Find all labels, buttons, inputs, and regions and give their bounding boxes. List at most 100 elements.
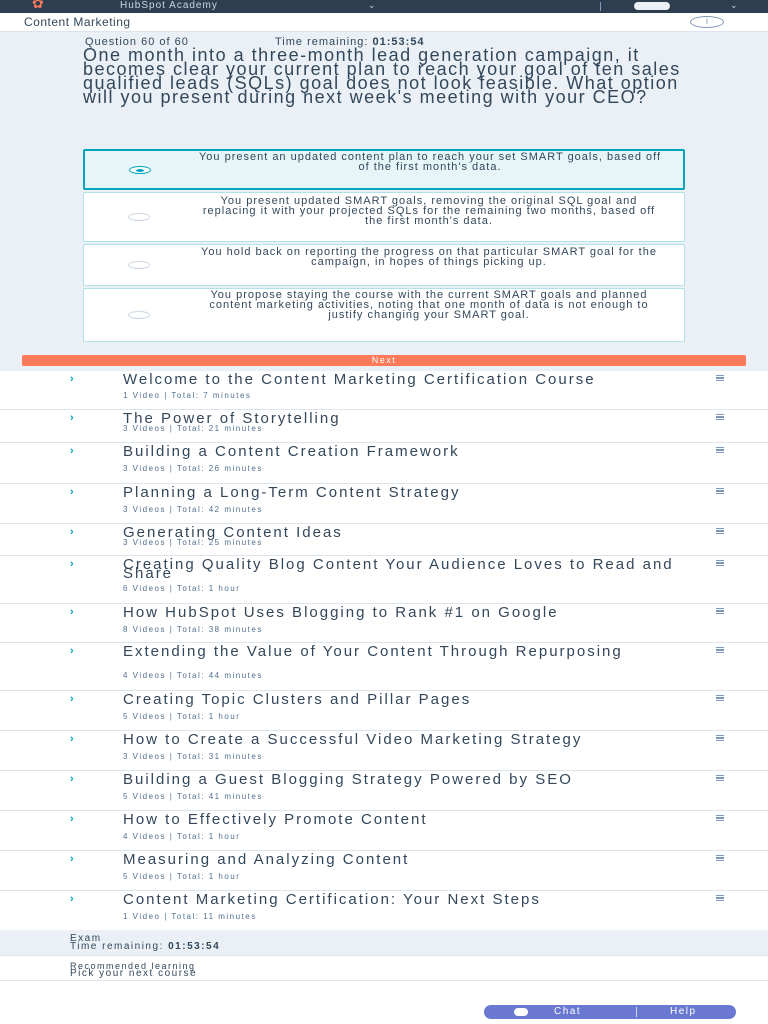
lesson-title[interactable]: Welcome to the Content Marketing Certifi… — [123, 372, 698, 387]
chevron-down-icon[interactable]: ⌄ — [368, 0, 376, 11]
lesson-item[interactable]: › Generating Content Ideas 3 Videos | To… — [0, 524, 768, 556]
chevron-right-icon[interactable]: › — [70, 413, 74, 424]
chevron-right-icon[interactable]: › — [70, 734, 74, 745]
chevron-right-icon[interactable]: › — [70, 694, 74, 705]
lesson-meta: 3 Videos | Total: 26 minutes — [123, 464, 263, 473]
lesson-title[interactable]: Generating Content Ideas — [123, 525, 698, 540]
menu-icon[interactable] — [716, 735, 724, 741]
exam-time-label: Time remaining: — [70, 941, 164, 952]
help-button[interactable]: Help — [670, 1005, 697, 1019]
quiz-panel: Question 60 of 60 Time remaining: 01:53:… — [0, 32, 768, 371]
top-nav-bar: ✿ HubSpot Academy ⌄ ⌄ — [0, 0, 768, 13]
lesson-title[interactable]: Planning a Long-Term Content Strategy — [123, 485, 698, 500]
menu-icon[interactable] — [716, 447, 724, 453]
lesson-meta: 5 Videos | Total: 1 hour — [123, 712, 241, 721]
radio-icon[interactable] — [128, 261, 150, 269]
menu-icon[interactable] — [716, 528, 724, 534]
chevron-right-icon[interactable]: › — [70, 774, 74, 785]
menu-icon[interactable] — [716, 775, 724, 781]
lesson-title[interactable]: How to Effectively Promote Content — [123, 812, 698, 827]
lesson-title[interactable]: Content Marketing Certification: Your Ne… — [123, 892, 698, 907]
question-text: One month into a three-month lead genera… — [83, 45, 681, 107]
lesson-title[interactable]: Creating Topic Clusters and Pillar Pages — [123, 692, 698, 707]
lesson-title[interactable]: How to Create a Successful Video Marketi… — [123, 732, 698, 747]
next-button[interactable]: Next — [22, 355, 746, 366]
lesson-meta: 5 Videos | Total: 1 hour — [123, 872, 241, 881]
lesson-meta: 5 Videos | Total: 41 minutes — [123, 792, 263, 801]
lesson-title[interactable]: Building a Guest Blogging Strategy Power… — [123, 772, 698, 787]
lesson-meta: 3 Videos | Total: 25 minutes — [123, 538, 263, 547]
menu-icon[interactable] — [716, 815, 724, 821]
lesson-title[interactable]: Creating Quality Blog Content Your Audie… — [123, 557, 698, 581]
lesson-list: › Welcome to the Content Marketing Certi… — [0, 371, 768, 930]
exam-section[interactable]: Exam Time remaining: 01:53:54 — [0, 930, 768, 955]
nav-divider — [600, 2, 601, 11]
radio-selected-icon[interactable] — [129, 166, 151, 174]
lesson-title[interactable]: Measuring and Analyzing Content — [123, 852, 698, 867]
lesson-title[interactable]: How HubSpot Uses Blogging to Rank #1 on … — [123, 605, 698, 620]
lesson-item[interactable]: › Welcome to the Content Marketing Certi… — [0, 371, 768, 410]
support-widget: Chat Help — [484, 1005, 736, 1019]
exam-time-value: 01:53:54 — [168, 941, 221, 952]
answer-option-1[interactable]: You present an updated content plan to r… — [83, 149, 685, 190]
lesson-item[interactable]: › Extending the Value of Your Content Th… — [0, 643, 768, 691]
widget-divider — [636, 1007, 637, 1017]
lesson-item[interactable]: › Creating Topic Clusters and Pillar Pag… — [0, 691, 768, 731]
chevron-right-icon[interactable]: › — [70, 894, 74, 905]
info-icon[interactable]: i — [690, 16, 724, 28]
lesson-title[interactable]: The Power of Storytelling — [123, 411, 698, 426]
answer-option-3[interactable]: You hold back on reporting the progress … — [83, 244, 685, 286]
radio-icon[interactable] — [128, 213, 150, 221]
pick-next-course-link[interactable]: Pick your next course — [70, 969, 197, 979]
lesson-item[interactable]: › How HubSpot Uses Blogging to Rank #1 o… — [0, 604, 768, 643]
lesson-item[interactable]: › How to Effectively Promote Content 4 V… — [0, 811, 768, 851]
menu-icon[interactable] — [716, 647, 724, 653]
answer-option-text: You present updated SMART goals, removin… — [202, 195, 656, 227]
chevron-right-icon[interactable]: › — [70, 854, 74, 865]
account-chevron-down-icon[interactable]: ⌄ — [730, 0, 738, 11]
lesson-item[interactable]: › Building a Guest Blogging Strategy Pow… — [0, 771, 768, 811]
chevron-right-icon[interactable]: › — [70, 559, 74, 570]
menu-icon[interactable] — [716, 375, 724, 381]
sprocket-icon[interactable]: ✿ — [32, 0, 44, 10]
lesson-meta: 4 Videos | Total: 44 minutes — [123, 671, 263, 680]
menu-icon[interactable] — [716, 414, 724, 420]
lesson-title[interactable]: Extending the Value of Your Content Thro… — [123, 644, 698, 659]
answer-option-4[interactable]: You propose staying the course with the … — [83, 288, 685, 342]
chevron-right-icon[interactable]: › — [70, 446, 74, 457]
radio-icon[interactable] — [128, 311, 150, 319]
menu-icon[interactable] — [716, 695, 724, 701]
chevron-right-icon[interactable]: › — [70, 527, 74, 538]
chevron-right-icon[interactable]: › — [70, 814, 74, 825]
lesson-title[interactable]: Building a Content Creation Framework — [123, 444, 698, 459]
lesson-meta: 4 Videos | Total: 1 hour — [123, 832, 241, 841]
lesson-item[interactable]: › Measuring and Analyzing Content 5 Vide… — [0, 851, 768, 891]
menu-icon[interactable] — [716, 488, 724, 494]
lesson-meta: 1 Video | Total: 11 minutes — [123, 912, 257, 921]
academy-menu[interactable]: HubSpot Academy — [120, 0, 218, 11]
lesson-item[interactable]: › How to Create a Successful Video Marke… — [0, 731, 768, 771]
lesson-item[interactable]: › Content Marketing Certification: Your … — [0, 891, 768, 930]
avatar[interactable] — [634, 2, 670, 10]
answer-option-text: You propose staying the course with the … — [209, 289, 649, 321]
answer-option-2[interactable]: You present updated SMART goals, removin… — [83, 192, 685, 242]
chevron-right-icon[interactable]: › — [70, 374, 74, 385]
lesson-meta: 3 Videos | Total: 31 minutes — [123, 752, 263, 761]
recommended-learning: Recommended learning Pick your next cour… — [0, 955, 768, 981]
menu-icon[interactable] — [716, 855, 724, 861]
lesson-meta: 6 Videos | Total: 1 hour — [123, 584, 241, 593]
chevron-right-icon[interactable]: › — [70, 607, 74, 618]
lesson-item[interactable]: › Building a Content Creation Framework … — [0, 443, 768, 484]
lesson-item[interactable]: › The Power of Storytelling 3 Videos | T… — [0, 410, 768, 443]
lesson-item[interactable]: › Planning a Long-Term Content Strategy … — [0, 484, 768, 524]
chat-label: Chat — [554, 1006, 582, 1017]
menu-icon[interactable] — [716, 608, 724, 614]
menu-icon[interactable] — [716, 560, 724, 566]
chat-button[interactable]: Chat — [484, 1005, 636, 1019]
answer-option-text: You present an updated content plan to r… — [198, 151, 662, 173]
chevron-right-icon[interactable]: › — [70, 646, 74, 657]
menu-icon[interactable] — [716, 895, 724, 901]
chevron-right-icon[interactable]: › — [70, 487, 74, 498]
chat-bubble-icon — [514, 1008, 528, 1016]
lesson-item[interactable]: › Creating Quality Blog Content Your Aud… — [0, 556, 768, 604]
